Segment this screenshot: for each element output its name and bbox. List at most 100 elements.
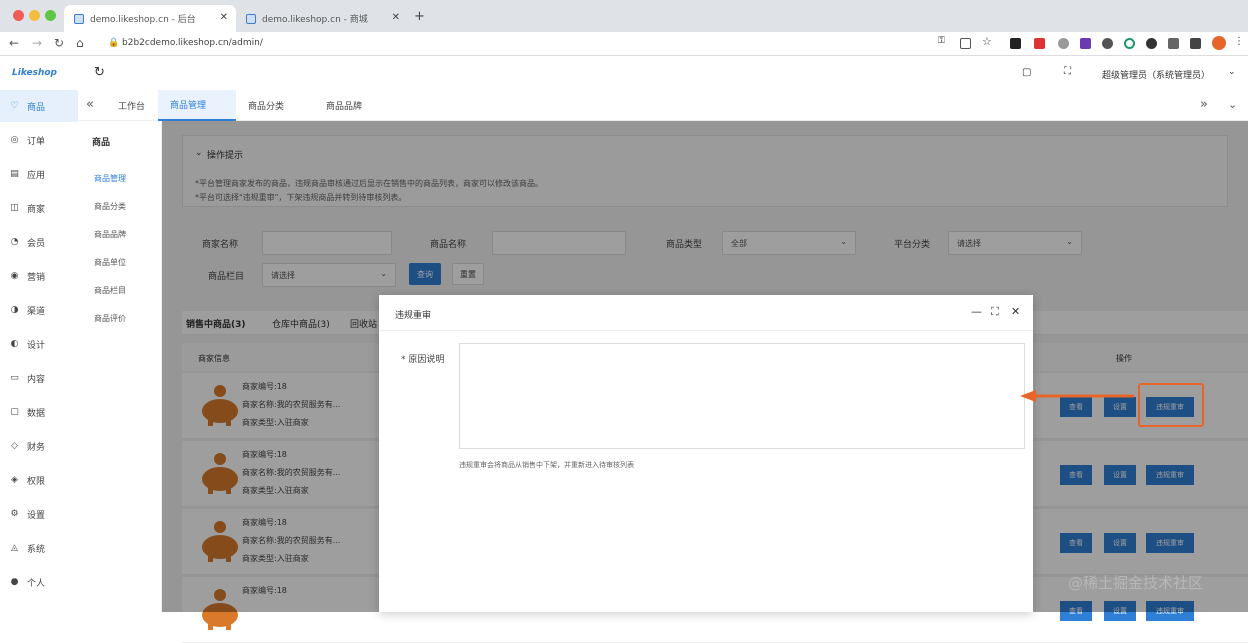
sidebar-item-label: 会员 <box>27 238 46 249</box>
browser-tab-bar: demo.likeshop.cn - 后台 ✕ demo.likeshop.cn… <box>0 0 1248 32</box>
sidebar-item-4[interactable]: ◔ 会员 <box>0 226 78 258</box>
notification-icon[interactable]: ▢ <box>1022 67 1031 78</box>
sidebar-item-14[interactable]: ● 个人 <box>0 566 78 598</box>
tab-title: demo.likeshop.cn - 后台 <box>90 15 196 25</box>
extension-icon[interactable] <box>1124 38 1135 49</box>
chevron-down-icon[interactable]: ⌄ <box>1228 67 1236 77</box>
permission-icon: ◈ <box>11 474 18 485</box>
extension-icon[interactable] <box>1102 38 1113 49</box>
finance-icon: ◇ <box>11 440 18 451</box>
sidebar-item-7[interactable]: ◐ 设计 <box>0 328 78 360</box>
sidebar-item-label: 商家 <box>27 204 46 215</box>
submenu-item-5[interactable]: 商品评价 <box>94 313 126 324</box>
fullscreen-icon[interactable]: ⛶ <box>1064 66 1071 77</box>
puzzle-icon[interactable] <box>1168 38 1179 49</box>
channel-icon: ◑ <box>10 304 19 315</box>
back-icon[interactable]: ← <box>9 36 19 50</box>
design-icon: ◐ <box>10 338 19 349</box>
home-icon[interactable]: ⌂ <box>76 36 84 50</box>
sidebar-item-10[interactable]: ◇ 财务 <box>0 430 78 462</box>
sidebar-item-9[interactable]: ▢ 数据 <box>0 396 78 428</box>
browser-tab-shop[interactable]: demo.likeshop.cn - 商城 ✕ <box>236 5 408 32</box>
sidebar-item-label: 数据 <box>27 408 46 419</box>
submenu-title: 商品 <box>92 138 111 148</box>
close-window-icon[interactable] <box>13 10 24 21</box>
lock-icon: 🔒 <box>108 38 120 48</box>
tab-goods-manage[interactable]: 商品管理 <box>158 90 236 121</box>
sidebar-item-label: 渠道 <box>27 306 46 317</box>
reload-icon[interactable]: ↻ <box>54 36 64 50</box>
submenu-item-3[interactable]: 商品单位 <box>94 257 126 268</box>
forward-icon[interactable]: → <box>32 36 42 50</box>
submenu-item-0[interactable]: 商品管理 <box>94 173 126 184</box>
system-icon: ◬ <box>11 542 18 553</box>
new-tab-icon[interactable]: + <box>414 9 425 24</box>
sidebar-item-label: 营销 <box>27 272 46 283</box>
sidebar-item-13[interactable]: ◬ 系统 <box>0 532 78 564</box>
tab-label: 工作台 <box>118 102 146 112</box>
sidebar-item-label: 应用 <box>27 170 46 181</box>
extension-icon[interactable] <box>1034 38 1045 49</box>
extension-icon[interactable] <box>1080 38 1091 49</box>
extension-icon[interactable] <box>1010 38 1021 49</box>
collapse-icon[interactable]: « <box>86 97 94 112</box>
reason-label-text: 原因说明 <box>408 355 445 365</box>
goods-icon: ♡ <box>10 100 19 111</box>
star-icon[interactable]: ☆ <box>982 35 993 48</box>
watermark: @稀土掘金技术社区 <box>1068 574 1204 592</box>
highlight-box <box>1138 383 1204 427</box>
marketing-icon: ◉ <box>10 270 19 281</box>
key-icon[interactable]: ⚿ <box>938 36 949 47</box>
sidebar-item-5[interactable]: ◉ 营销 <box>0 260 78 292</box>
close-tab-icon[interactable]: ✕ <box>392 12 400 23</box>
reason-label: * 原因说明 <box>401 355 445 365</box>
tab-workbench[interactable]: 工作台 <box>106 90 157 121</box>
arrow-annotation-icon <box>1020 390 1134 402</box>
sidebar-item-2[interactable]: ▤ 应用 <box>0 158 78 190</box>
person-icon: ● <box>10 576 19 587</box>
menu-icon[interactable]: ⋮ <box>1234 36 1245 47</box>
sidebar-item-11[interactable]: ◈ 权限 <box>0 464 78 496</box>
extension-icon[interactable] <box>1146 38 1157 49</box>
close-tab-icon[interactable]: ✕ <box>220 12 228 23</box>
share-icon[interactable] <box>960 38 971 49</box>
profile-avatar[interactable] <box>1212 36 1226 50</box>
favicon-icon <box>246 13 256 24</box>
app-logo: Likeshop <box>12 68 57 78</box>
maximize-window-icon[interactable] <box>45 10 56 21</box>
sidebar-item-label: 个人 <box>27 578 46 589</box>
minimize-icon[interactable]: — <box>971 305 982 318</box>
scroll-right-icon[interactable]: » <box>1200 97 1208 112</box>
reason-hint: 违规重审会将商品从销售中下架，并重新进入待审核列表 <box>459 461 634 469</box>
refresh-icon[interactable]: ↻ <box>94 65 105 80</box>
tab-goods-brand[interactable]: 商品品牌 <box>314 90 374 121</box>
tabs-menu-icon[interactable]: ⌄ <box>1228 98 1237 111</box>
maximize-icon[interactable]: ⛶ <box>991 305 999 319</box>
extension-icon[interactable] <box>1058 38 1069 49</box>
sidebar-item-6[interactable]: ◑ 渠道 <box>0 294 78 326</box>
sidebar-item-1[interactable]: ◎ 订单 <box>0 124 78 156</box>
dialog-title: 违规重审 <box>395 311 432 321</box>
review-dialog: 违规重审 — ⛶ ✕ * 原因说明 违规重审会将商品从销售中下架，并重新进入待审… <box>379 295 1033 612</box>
sidebar-icon[interactable] <box>1190 38 1201 49</box>
reason-textarea[interactable] <box>459 343 1025 449</box>
submenu-item-4[interactable]: 商品栏目 <box>94 285 126 296</box>
user-menu[interactable]: 超级管理员（系统管理员） <box>1102 68 1210 81</box>
address-bar: ← → ↻ ⌂ 🔒 b2b2cdemo.likeshop.cn/admin/ ⚿… <box>0 32 1248 56</box>
sidebar-item-8[interactable]: ▭ 内容 <box>0 362 78 394</box>
sidebar-item-label: 设置 <box>27 510 46 521</box>
minimize-window-icon[interactable] <box>29 10 40 21</box>
shop-icon: ◫ <box>10 202 19 213</box>
submenu-item-2[interactable]: 商品品牌 <box>94 229 126 240</box>
sidebar-item-0[interactable]: ♡ 商品 <box>0 90 78 122</box>
settings-icon: ⚙ <box>10 508 19 519</box>
tab-goods-category[interactable]: 商品分类 <box>236 90 296 121</box>
sidebar-item-label: 订单 <box>27 136 46 147</box>
close-icon[interactable]: ✕ <box>1011 305 1020 318</box>
sidebar-item-3[interactable]: ◫ 商家 <box>0 192 78 224</box>
browser-tab-admin[interactable]: demo.likeshop.cn - 后台 ✕ <box>64 5 236 32</box>
url-field[interactable]: b2b2cdemo.likeshop.cn/admin/ <box>122 38 263 48</box>
submenu-item-1[interactable]: 商品分类 <box>94 201 126 212</box>
sidebar-item-label: 财务 <box>27 442 46 453</box>
sidebar-item-12[interactable]: ⚙ 设置 <box>0 498 78 530</box>
